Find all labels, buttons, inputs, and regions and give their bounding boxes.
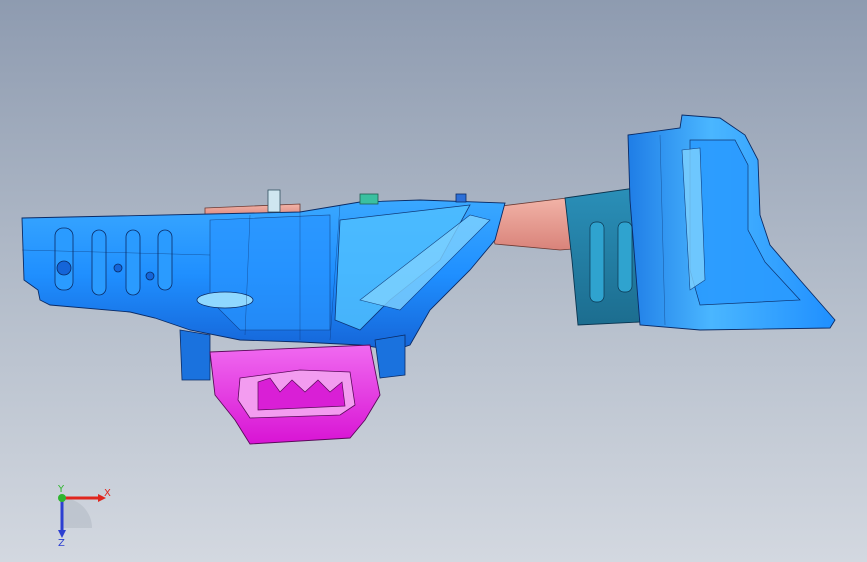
y-axis-label: Y	[57, 484, 65, 495]
mid-crossmember[interactable]	[564, 187, 641, 326]
z-axis-arrowhead	[58, 530, 66, 538]
y-axis-dot	[58, 494, 66, 502]
3d-viewport[interactable]: X Y Z	[0, 0, 867, 562]
orientation-triad: X Y Z	[57, 484, 111, 548]
x-axis-label: X	[104, 488, 111, 499]
z-axis-label: Z	[58, 538, 65, 548]
spare-tire-well[interactable]	[209, 344, 381, 445]
cad-model[interactable]	[0, 0, 867, 562]
rear-tower-panel[interactable]	[627, 114, 836, 331]
triad-quadrant	[62, 498, 92, 528]
